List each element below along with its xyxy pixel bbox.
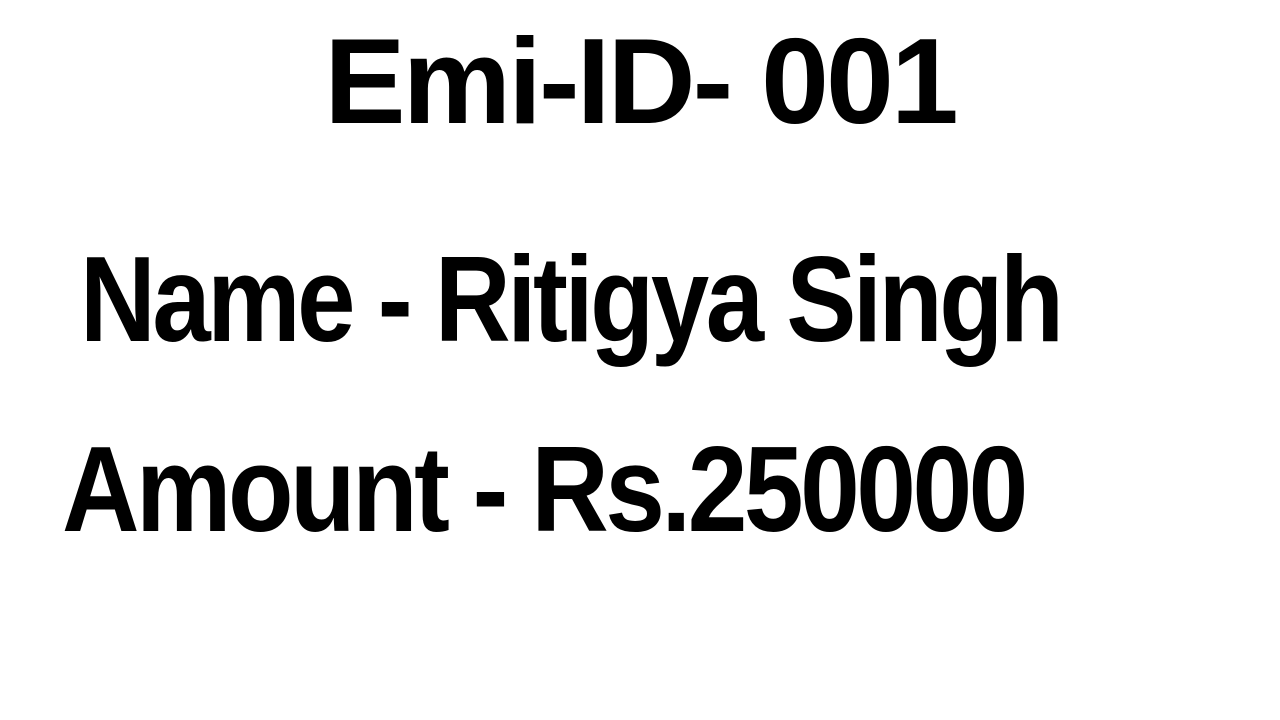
name-text: Name - Ritigya Singh (80, 231, 1064, 367)
emi-id-heading: Emi-ID- 001 (324, 13, 958, 149)
amount-text: Amount - Rs.250000 (62, 421, 1028, 557)
